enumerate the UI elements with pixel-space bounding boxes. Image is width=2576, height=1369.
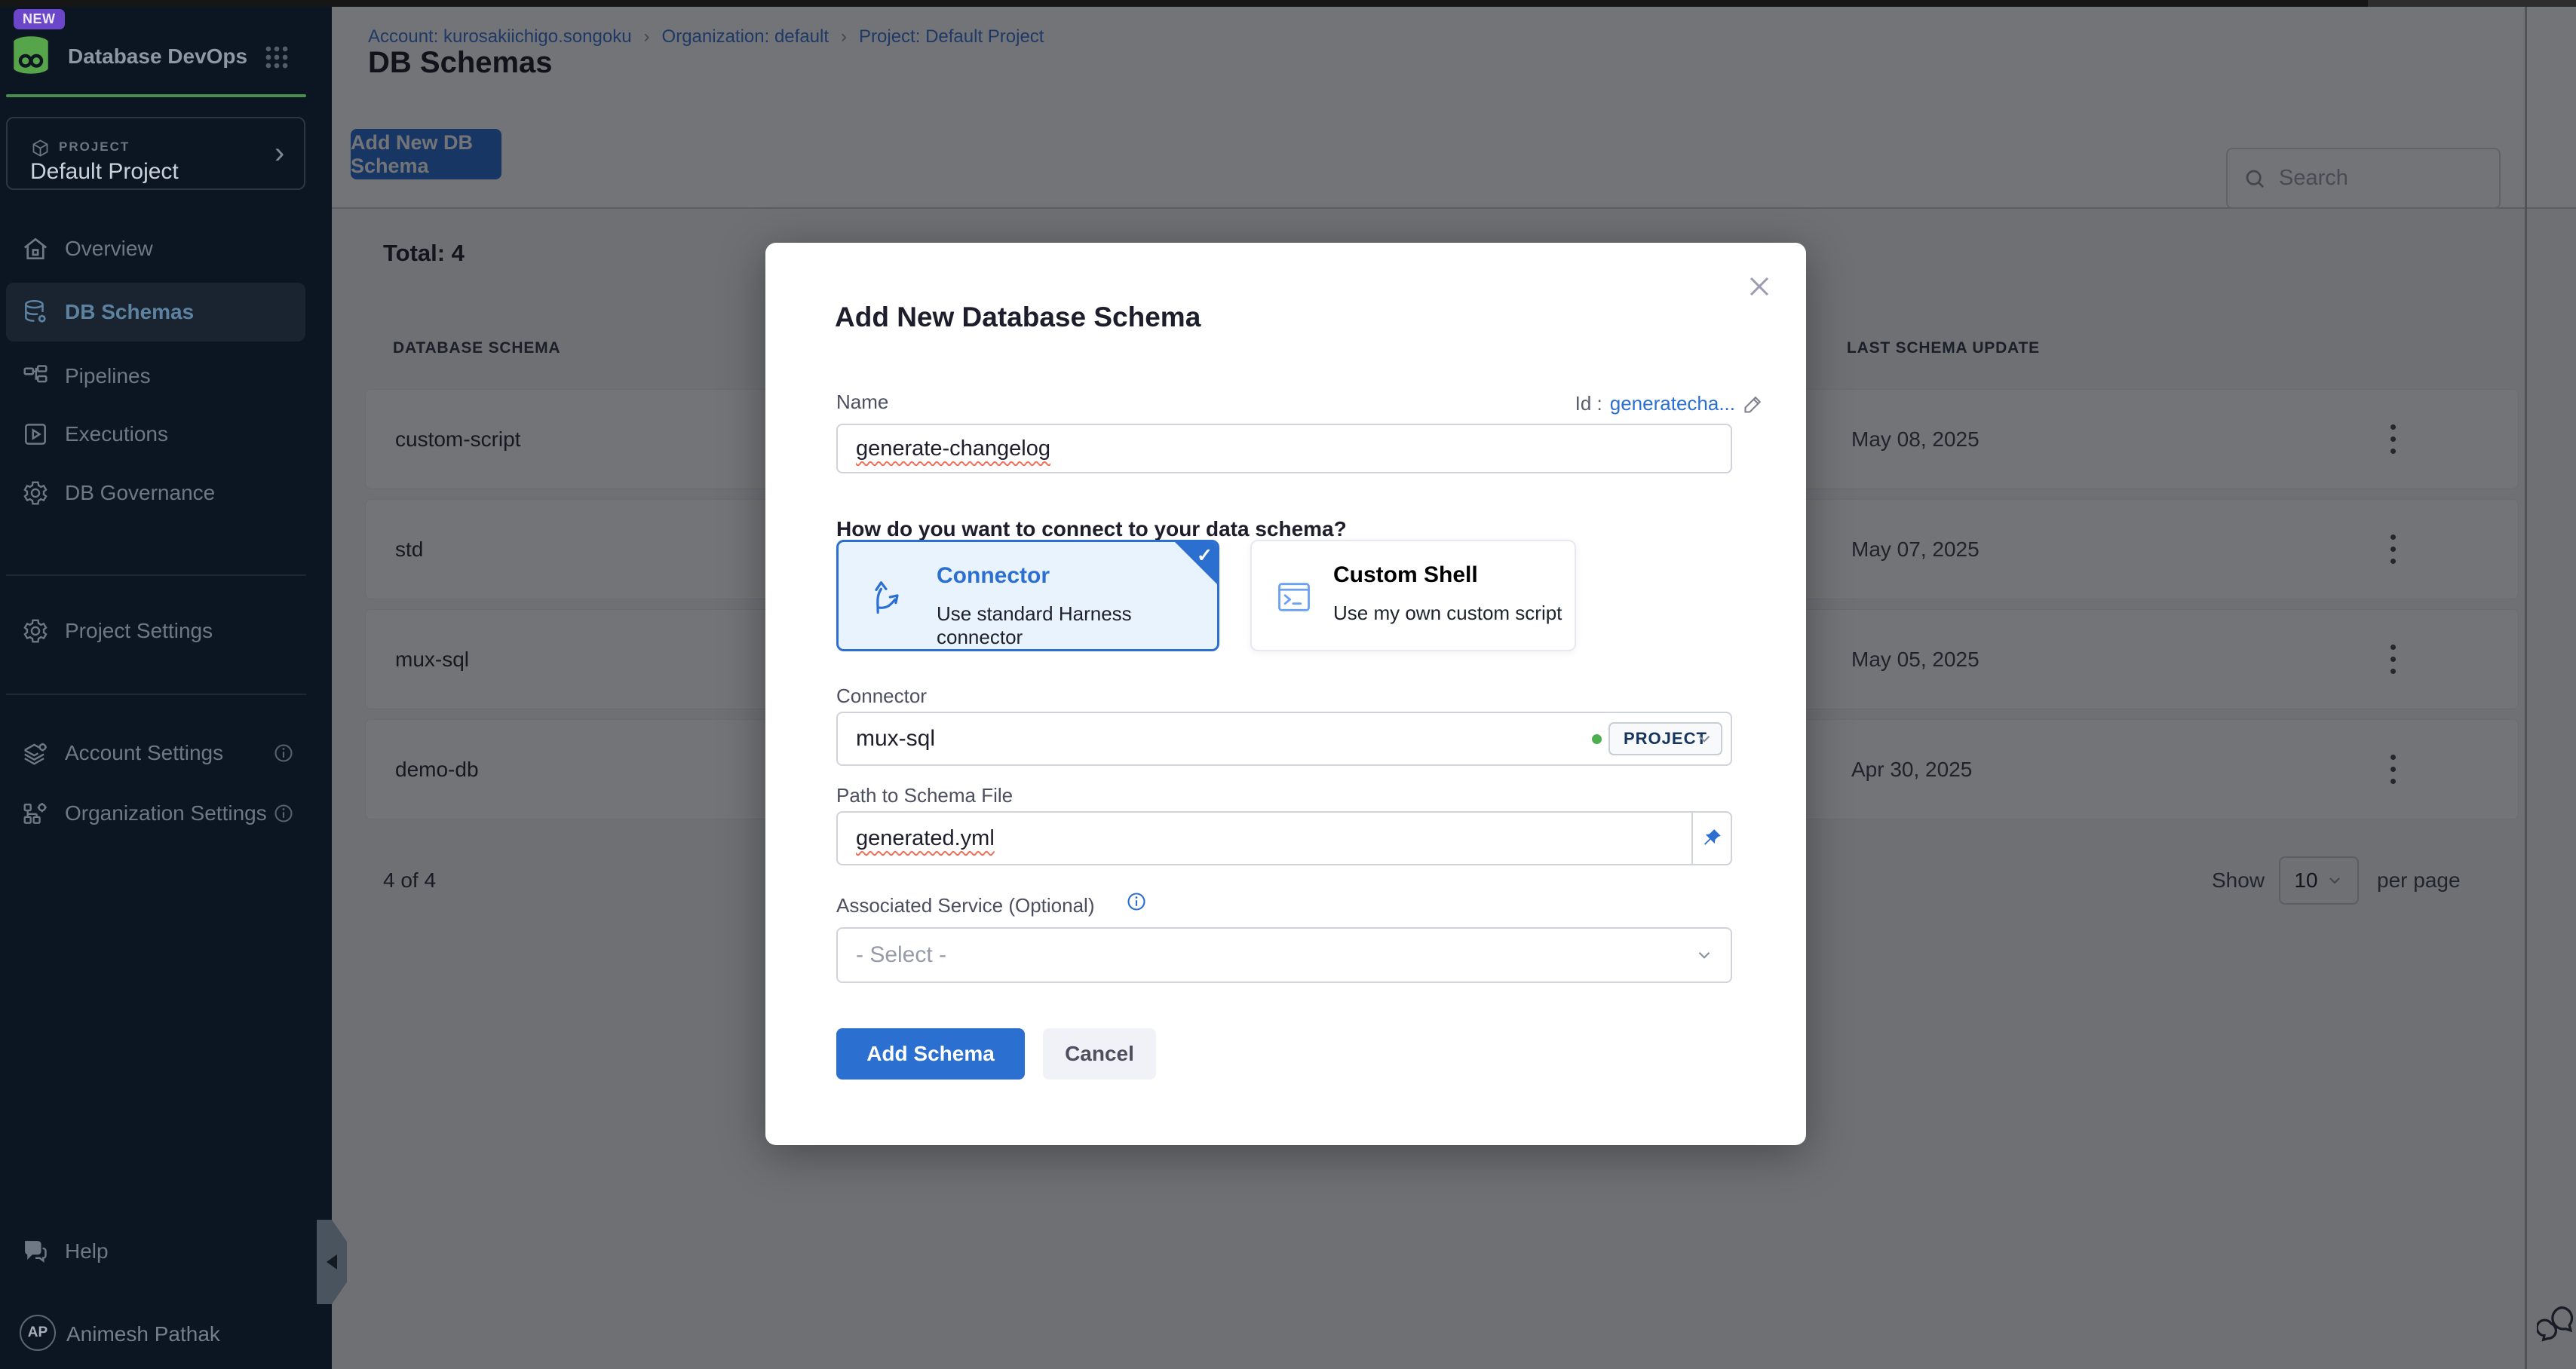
sidebar-item-label: DB Schemas xyxy=(65,300,194,324)
connector-status-dot xyxy=(1592,734,1602,744)
option-title: Connector xyxy=(937,563,1050,589)
pin-icon xyxy=(1700,827,1723,850)
close-icon[interactable] xyxy=(1743,270,1776,303)
sidebar-item-project-settings[interactable]: Project Settings xyxy=(0,602,332,660)
gear-icon xyxy=(21,617,50,645)
cube-icon xyxy=(30,138,51,158)
app-root: NEW Database DevOps PROJECT Default Proj… xyxy=(0,0,2576,1369)
service-select-placeholder: - Select - xyxy=(856,942,946,968)
executions-icon xyxy=(21,420,50,449)
sidebar-item-account-settings[interactable]: Account Settings xyxy=(0,724,332,782)
governance-gear-icon xyxy=(21,479,50,507)
info-icon[interactable] xyxy=(273,803,294,824)
browser-top-strip xyxy=(0,0,2576,7)
connector-label: Connector xyxy=(836,684,927,708)
add-schema-button[interactable]: Add Schema xyxy=(836,1028,1025,1080)
name-input[interactable]: generate-changelog xyxy=(836,424,1732,473)
id-value-link[interactable]: generatecha... xyxy=(1610,392,1735,415)
sidebar-item-label: Executions xyxy=(65,422,168,446)
sidebar: NEW Database DevOps PROJECT Default Proj… xyxy=(0,7,332,1369)
sidebar-item-label: Account Settings xyxy=(65,741,223,765)
sidebar-divider xyxy=(6,574,306,576)
sidebar-item-label: Pipelines xyxy=(65,364,151,388)
help-chat-icon: ? xyxy=(21,1237,50,1266)
option-title: Custom Shell xyxy=(1333,562,1478,588)
id-prefix: Id : xyxy=(1575,392,1602,415)
name-input-value: generate-changelog xyxy=(856,436,1050,461)
home-icon xyxy=(21,234,50,263)
database-devops-logo-icon xyxy=(8,32,54,78)
option-card-connector[interactable]: ✓ Connector Use standard Harness connect… xyxy=(836,540,1219,651)
sidebar-item-label: Organization Settings xyxy=(65,801,267,825)
sidebar-divider xyxy=(6,694,306,695)
collapse-arrow-icon xyxy=(327,1254,337,1269)
add-schema-modal: Add New Database Schema Name Id : genera… xyxy=(765,243,1806,1145)
sidebar-item-label: DB Governance xyxy=(65,481,215,505)
account-settings-icon xyxy=(21,739,50,767)
name-label: Name xyxy=(836,390,888,414)
app-title: Database DevOps xyxy=(68,44,247,69)
sidebar-item-executions[interactable]: Executions xyxy=(0,406,332,463)
chevron-down-icon xyxy=(1694,729,1714,749)
info-icon[interactable] xyxy=(1126,891,1147,912)
check-icon: ✓ xyxy=(1197,544,1213,567)
connector-value: mux-sql xyxy=(856,726,935,752)
sidebar-item-pipelines[interactable]: Pipelines xyxy=(0,348,332,405)
option-subtitle: Use my own custom script xyxy=(1333,602,1562,625)
path-input[interactable]: generated.yml xyxy=(836,811,1732,865)
cancel-button[interactable]: Cancel xyxy=(1043,1028,1156,1080)
edit-pencil-icon[interactable] xyxy=(1743,394,1764,415)
db-schema-icon xyxy=(21,298,50,326)
terminal-icon xyxy=(1274,577,1314,617)
sidebar-item-label: Overview xyxy=(65,237,153,261)
sidebar-item-db-governance[interactable]: DB Governance xyxy=(0,464,332,522)
user-name[interactable]: Animesh Pathak xyxy=(66,1322,220,1346)
sidebar-item-db-schemas[interactable]: DB Schemas xyxy=(6,283,305,341)
connector-icon xyxy=(866,575,908,617)
info-icon[interactable] xyxy=(273,743,294,764)
modal-title: Add New Database Schema xyxy=(835,302,1201,333)
sidebar-item-organization-settings[interactable]: Organization Settings xyxy=(0,785,332,842)
sidebar-item-help[interactable]: ? Help xyxy=(0,1223,332,1280)
connector-select[interactable]: mux-sql PROJECT xyxy=(836,712,1732,766)
project-selector-value: Default Project xyxy=(30,159,179,185)
pin-fixed-value-section[interactable] xyxy=(1691,813,1731,864)
module-grid-icon[interactable] xyxy=(262,43,291,72)
service-select[interactable]: - Select - xyxy=(836,927,1732,983)
module-accent-line xyxy=(6,94,306,97)
new-badge: NEW xyxy=(14,9,65,29)
sidebar-item-label: Help xyxy=(65,1239,109,1263)
option-subtitle: Use standard Harness connector xyxy=(937,602,1217,649)
path-label: Path to Schema File xyxy=(836,784,1013,807)
id-row: Id : generatecha... xyxy=(1575,392,1764,415)
chevron-right-icon: › xyxy=(274,136,284,170)
option-card-custom-shell[interactable]: Custom Shell Use my own custom script xyxy=(1250,540,1576,651)
sidebar-item-label: Project Settings xyxy=(65,619,213,643)
sidebar-item-overview[interactable]: Overview xyxy=(0,220,332,277)
path-input-value: generated.yml xyxy=(856,826,995,851)
project-selector[interactable]: PROJECT Default Project › xyxy=(6,117,305,190)
connect-question: How do you want to connect to your data … xyxy=(836,517,1347,541)
project-selector-label: PROJECT xyxy=(59,139,130,155)
chevron-down-icon xyxy=(1694,945,1714,965)
pipelines-icon xyxy=(21,362,50,390)
user-avatar[interactable]: AP xyxy=(20,1315,56,1351)
organization-settings-icon xyxy=(21,799,50,828)
service-label: Associated Service (Optional) xyxy=(836,894,1094,917)
svg-text:?: ? xyxy=(29,1243,35,1254)
